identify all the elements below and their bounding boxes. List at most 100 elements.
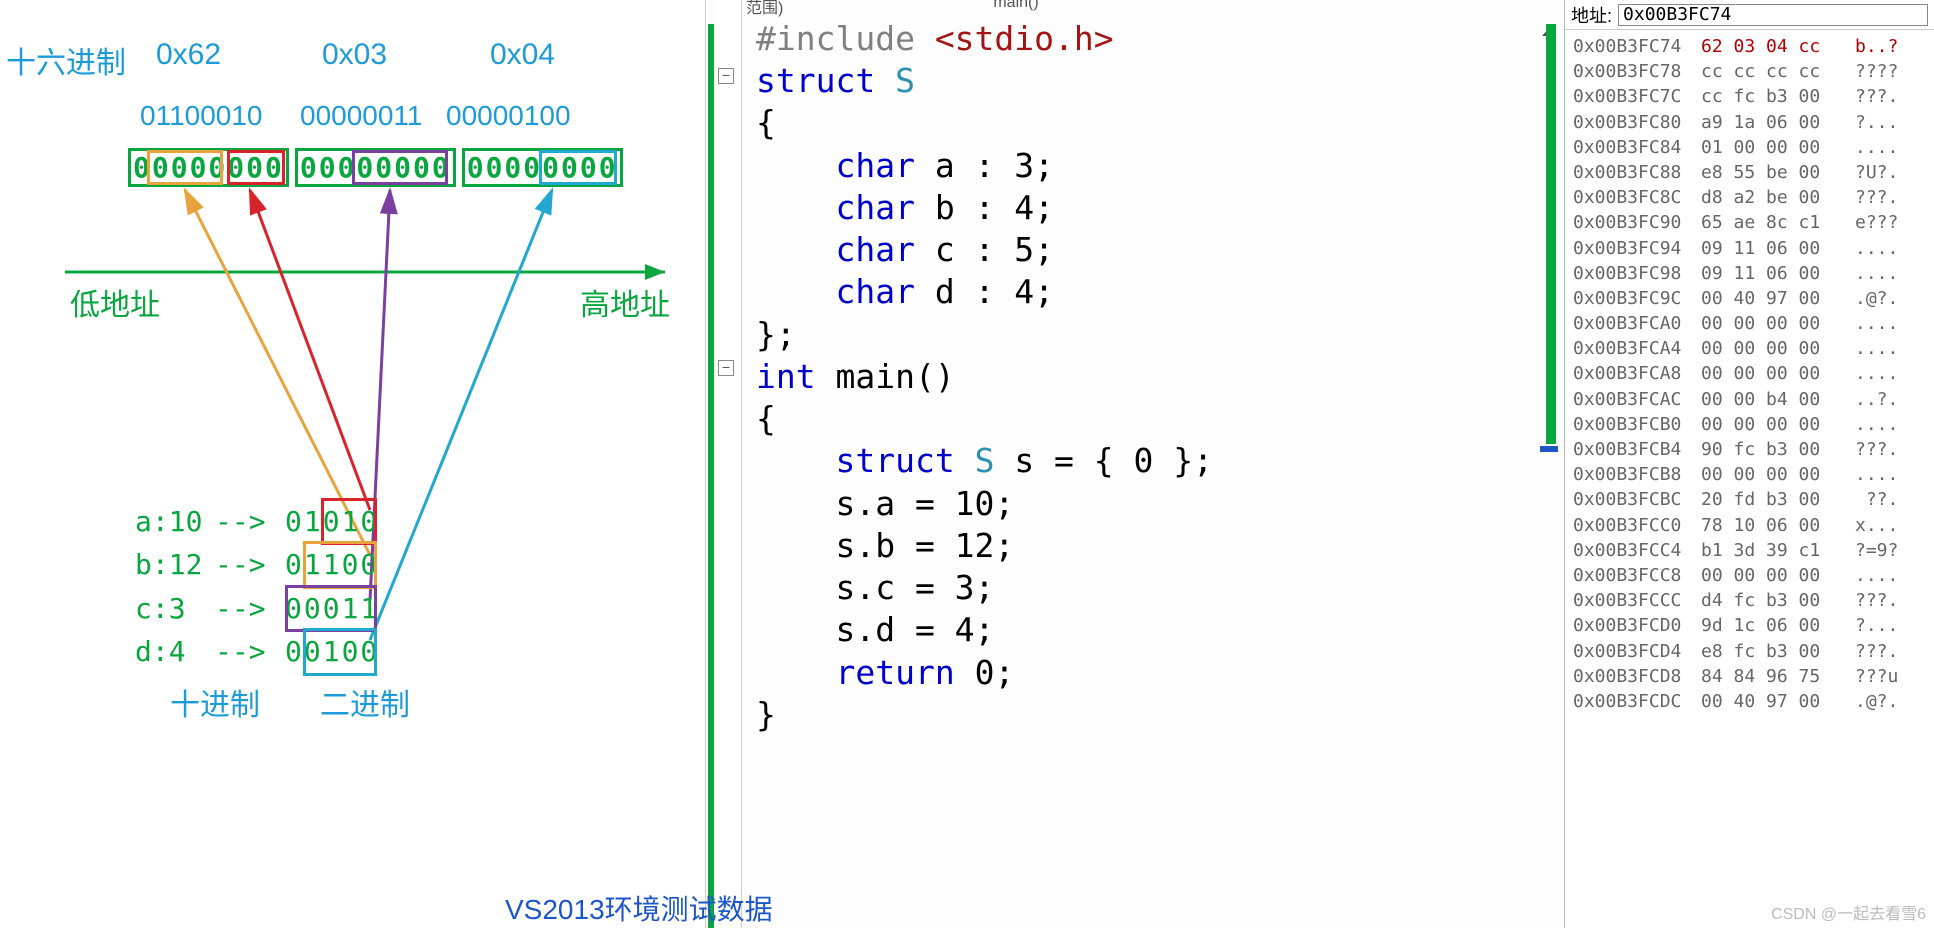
mem-addr: 0x00B3FCC8 — [1573, 563, 1687, 588]
memory-row[interactable]: 0x00B3FCC4 b1 3d 39 c1 ?=9? — [1573, 538, 1926, 563]
assign-b-name: b:12 — [135, 543, 215, 586]
mem-addr: 0x00B3FC94 — [1573, 236, 1687, 261]
memory-row[interactable]: 0x00B3FC8401 00 00 00.... — [1573, 135, 1926, 160]
address-input[interactable] — [1618, 4, 1928, 26]
mem-ascii: e??? — [1855, 210, 1926, 235]
code-panel: 范围) main() − − #include <stdio.h> struct… — [705, 0, 1564, 928]
mem-ascii: .... — [1855, 135, 1926, 160]
mem-ascii: .... — [1855, 336, 1926, 361]
memory-row[interactable]: 0x00B3FC88e8 55 be 00?U?. — [1573, 160, 1926, 185]
memory-row[interactable]: 0x00B3FCC800 00 00 00.... — [1573, 563, 1926, 588]
assign-c-bits: 00011 — [285, 587, 379, 630]
assign-a-arrow: --> — [215, 500, 285, 543]
mem-addr: 0x00B3FC74 — [1573, 34, 1687, 59]
mem-addr: 0x00B3FCC0 — [1573, 513, 1687, 538]
memory-table[interactable]: 0x00B3FC7462 03 04 ccb..?0x00B3FC78cc cc… — [1565, 30, 1934, 928]
mem-ascii: .@?. — [1855, 286, 1926, 311]
mem-addr: 0x00B3FC80 — [1573, 110, 1687, 135]
mem-bytes: 00 00 00 00 — [1701, 311, 1841, 336]
memory-row[interactable]: 0x00B3FC7Ccc fc b3 00???. — [1573, 84, 1926, 109]
mem-bytes: 00 00 00 00 — [1701, 336, 1841, 361]
tab-scope[interactable]: 范围) — [746, 0, 783, 4]
mem-bytes: 84 84 96 75 — [1701, 664, 1841, 689]
memory-row[interactable]: 0x00B3FC7462 03 04 ccb..? — [1573, 34, 1926, 59]
bin-val-2: 00000100 — [446, 100, 571, 132]
fold-gutter: − − — [714, 0, 742, 928]
mem-addr: 0x00B3FC9C — [1573, 286, 1687, 311]
mem-ascii: ???. — [1855, 185, 1926, 210]
memory-row[interactable]: 0x00B3FCAC00 00 b4 00..?. — [1573, 387, 1926, 412]
mem-bytes: 65 ae 8c c1 — [1701, 210, 1841, 235]
memory-row[interactable]: 0x00B3FC80a9 1a 06 00?... — [1573, 110, 1926, 135]
mem-bytes: d4 fc b3 00 — [1701, 588, 1841, 613]
memory-row[interactable]: 0x00B3FCA400 00 00 00.... — [1573, 336, 1926, 361]
memory-row[interactable]: 0x00B3FC8Cd8 a2 be 00???. — [1573, 185, 1926, 210]
fold-icon[interactable]: − — [718, 360, 734, 376]
mem-addr: 0x00B3FCAC — [1573, 387, 1687, 412]
memory-row[interactable]: 0x00B3FCB490 fc b3 00???. — [1573, 437, 1926, 462]
mem-bytes: 00 40 97 00 — [1701, 689, 1841, 714]
memory-row[interactable]: 0x00B3FC9065 ae 8c c1e??? — [1573, 210, 1926, 235]
memory-row[interactable]: 0x00B3FC9809 11 06 00.... — [1573, 261, 1926, 286]
hex-val-1: 0x03 — [322, 38, 387, 72]
mem-ascii: ..?. — [1855, 387, 1926, 412]
memory-row[interactable]: 0x00B3FCB000 00 00 00.... — [1573, 412, 1926, 437]
memory-row[interactable]: 0x00B3FCD09d 1c 06 00?... — [1573, 613, 1926, 638]
assign-d-arrow: --> — [215, 630, 285, 673]
fold-icon[interactable]: − — [718, 68, 734, 84]
mem-addr: 0x00B3FCBC — [1573, 487, 1687, 512]
mem-ascii: ?=9? — [1855, 538, 1926, 563]
memory-row[interactable]: 0x00B3FCA000 00 00 00.... — [1573, 311, 1926, 336]
mem-addr: 0x00B3FCB4 — [1573, 437, 1687, 462]
mem-addr: 0x00B3FC7C — [1573, 84, 1687, 109]
memory-row[interactable]: 0x00B3FC9C00 40 97 00.@?. — [1573, 286, 1926, 311]
mem-addr: 0x00B3FCD0 — [1573, 613, 1687, 638]
code-area[interactable]: #include <stdio.h> struct S { char a : 3… — [742, 0, 1225, 928]
mem-bytes: d8 a2 be 00 — [1701, 185, 1841, 210]
mem-bytes: 20 fd b3 00 — [1701, 487, 1841, 512]
memory-row[interactable]: 0x00B3FCB800 00 00 00.... — [1573, 462, 1926, 487]
memory-row[interactable]: 0x00B3FC94 09 11 06 00.... — [1573, 236, 1926, 261]
overview-ruler[interactable] — [1546, 24, 1556, 888]
mem-addr: 0x00B3FC98 — [1573, 261, 1687, 286]
mem-bytes: 62 03 04 cc — [1701, 34, 1841, 59]
axis-high-label: 高地址 — [580, 280, 670, 324]
mem-bytes: 09 11 06 00 — [1701, 236, 1841, 261]
mem-ascii: .... — [1855, 236, 1926, 261]
mem-ascii: ???. — [1855, 588, 1926, 613]
mem-ascii: ?... — [1855, 110, 1926, 135]
mem-bytes: b1 3d 39 c1 — [1701, 538, 1841, 563]
binary-label: 二进制 — [320, 680, 410, 724]
memory-row[interactable]: 0x00B3FCCCd4 fc b3 00???. — [1573, 588, 1926, 613]
hex-val-2: 0x04 — [490, 38, 555, 72]
memory-row[interactable]: 0x00B3FCBC 20 fd b3 00 ??. — [1573, 487, 1926, 512]
memory-row[interactable]: 0x00B3FC78 cc cc cc cc???? — [1573, 59, 1926, 84]
byte-box-0: 00000000 — [128, 148, 289, 187]
memory-row[interactable]: 0x00B3FCA800 00 00 00.... — [1573, 361, 1926, 386]
mem-addr: 0x00B3FC78 — [1573, 59, 1687, 84]
mem-ascii: ??. — [1855, 487, 1926, 512]
assign-d-name: d:4 — [135, 630, 215, 673]
mem-addr: 0x00B3FCD8 — [1573, 664, 1687, 689]
mem-bytes: 00 00 00 00 — [1701, 462, 1841, 487]
assign-b-arrow: --> — [215, 543, 285, 586]
mem-bytes: cc cc cc cc — [1701, 59, 1841, 84]
mem-bytes: 00 00 00 00 — [1701, 412, 1841, 437]
mem-ascii: .@?. — [1855, 689, 1926, 714]
mem-ascii: .... — [1855, 563, 1926, 588]
mem-ascii: ?U?. — [1855, 160, 1926, 185]
tab-main[interactable]: main() — [993, 0, 1038, 4]
byte-boxes: 00000000 00000000 00000000 — [128, 148, 623, 187]
memory-row[interactable]: 0x00B3FCC078 10 06 00x... — [1573, 513, 1926, 538]
mem-addr: 0x00B3FCB0 — [1573, 412, 1687, 437]
mem-addr: 0x00B3FCC4 — [1573, 538, 1687, 563]
memory-row[interactable]: 0x00B3FCD4e8 fc b3 00???. — [1573, 639, 1926, 664]
memory-row[interactable]: 0x00B3FCDC00 40 97 00.@?. — [1573, 689, 1926, 714]
mem-ascii: ???? — [1855, 59, 1926, 84]
address-label: 地址: — [1571, 2, 1612, 28]
mem-ascii: ?... — [1855, 613, 1926, 638]
memory-row[interactable]: 0x00B3FCD884 84 96 75???u — [1573, 664, 1926, 689]
mem-ascii: .... — [1855, 311, 1926, 336]
hex-val-0: 0x62 — [156, 38, 221, 72]
mem-ascii: .... — [1855, 261, 1926, 286]
